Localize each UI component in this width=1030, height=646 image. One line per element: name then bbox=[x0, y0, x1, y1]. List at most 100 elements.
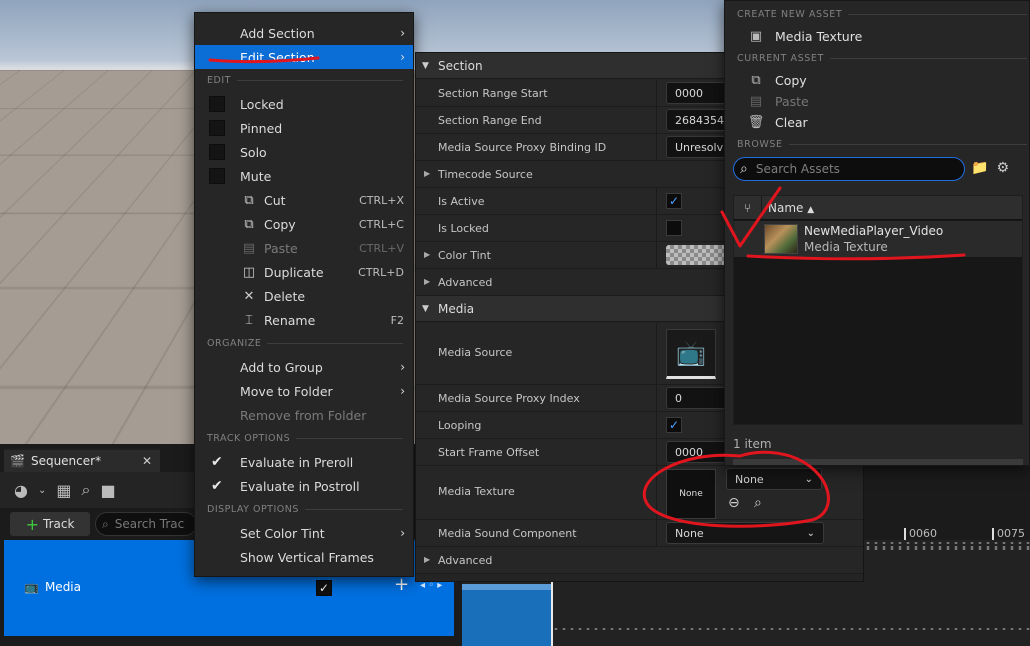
menu-item-delete[interactable]: ✕ Delete bbox=[195, 284, 413, 308]
close-icon[interactable]: ✕ bbox=[142, 454, 152, 468]
collapse-triangle-icon: ▼ bbox=[422, 304, 429, 314]
section-header-label: DISPLAY OPTIONS bbox=[207, 504, 299, 515]
expand-triangle-icon: ▶ bbox=[424, 555, 430, 564]
category-label: Section bbox=[438, 59, 483, 73]
menu-item-move-to-folder[interactable]: Move to Folder › bbox=[195, 379, 413, 403]
item-label: Media Texture bbox=[775, 29, 862, 44]
menu-item-label: Pinned bbox=[240, 121, 282, 136]
property-label: Start Frame Offset bbox=[438, 446, 539, 459]
asset-row[interactable]: NewMediaPlayer_Video Media Texture bbox=[734, 221, 1022, 257]
mute-checkbox[interactable] bbox=[209, 168, 225, 184]
menu-item-set-color-tint[interactable]: Set Color Tint › bbox=[195, 521, 413, 545]
menu-item-solo[interactable]: Solo bbox=[195, 140, 413, 164]
menu-item-duplicate[interactable]: ◫ Duplicate CTRL+D bbox=[195, 260, 413, 284]
asset-search-box[interactable]: ⌕ bbox=[733, 157, 965, 181]
world-icon[interactable]: ◕ bbox=[14, 481, 28, 500]
media-source-tv-icon[interactable]: 📺 bbox=[666, 329, 716, 379]
menu-item-remove-from-folder: Remove from Folder bbox=[195, 403, 413, 427]
locked-checkbox[interactable] bbox=[209, 96, 225, 112]
cut-icon: ⧉ bbox=[241, 193, 257, 208]
section-header-create-new: CREATE NEW ASSET bbox=[737, 7, 1027, 21]
duplicate-icon: ◫ bbox=[241, 265, 257, 280]
add-track-button[interactable]: + Track bbox=[10, 512, 90, 536]
item-label: Paste bbox=[775, 94, 809, 109]
track-search-placeholder: Search Trac bbox=[115, 517, 185, 531]
chevron-down-icon[interactable]: ⌄ bbox=[38, 485, 46, 496]
timeline-track-dots bbox=[552, 626, 1030, 632]
collapse-triangle-icon: ▼ bbox=[422, 61, 429, 71]
media-sound-dropdown[interactable]: None ⌄ bbox=[666, 522, 824, 544]
use-selected-arrow-icon[interactable]: ⊖ bbox=[728, 495, 740, 511]
menu-item-show-vertical-frames[interactable]: Show Vertical Frames bbox=[195, 545, 413, 569]
menu-item-label: Evaluate in Preroll bbox=[240, 455, 353, 470]
chevron-right-icon: › bbox=[400, 384, 405, 398]
section-header-label: ORGANIZE bbox=[207, 338, 261, 349]
pinned-checkbox[interactable] bbox=[209, 120, 225, 136]
find-icon[interactable]: ⌕ bbox=[81, 480, 90, 500]
menu-item-label: Solo bbox=[240, 145, 267, 160]
menu-item-rename[interactable]: ⌶ Rename F2 bbox=[195, 308, 413, 332]
tab-sequencer[interactable]: 🎬 Sequencer* ✕ bbox=[4, 448, 160, 472]
row-advanced-media[interactable]: ▶ Advanced bbox=[416, 547, 863, 574]
source-control-icon[interactable]: ⑂ bbox=[734, 196, 762, 220]
menu-item-cut[interactable]: ⧉ Cut CTRL+X bbox=[195, 188, 413, 212]
solo-checkbox[interactable] bbox=[209, 144, 225, 160]
asset-search-input[interactable] bbox=[756, 162, 946, 176]
copy-icon: ⧉ bbox=[241, 217, 257, 232]
copy-item[interactable]: ⧉ Copy bbox=[747, 70, 807, 90]
asset-list: ⑂ Name ▲ NewMediaPlayer_Video Media Text… bbox=[733, 195, 1023, 425]
menu-item-pinned[interactable]: Pinned bbox=[195, 116, 413, 140]
section-header-edit: EDIT bbox=[207, 73, 403, 87]
tv-icon: 📺 bbox=[24, 580, 39, 594]
horizontal-scrollbar[interactable] bbox=[733, 459, 1023, 465]
menu-item-add-to-group[interactable]: Add to Group › bbox=[195, 355, 413, 379]
chevron-right-icon: › bbox=[400, 26, 405, 40]
ruler-dots bbox=[864, 540, 1030, 550]
copy-icon: ⧉ bbox=[747, 73, 765, 88]
property-label: Is Active bbox=[438, 195, 485, 208]
checkmark-icon: ✔ bbox=[211, 454, 223, 470]
chevron-right-icon: › bbox=[400, 50, 405, 64]
looping-checkbox[interactable]: ✓ bbox=[666, 417, 682, 433]
menu-item-mute[interactable]: Mute bbox=[195, 164, 413, 188]
media-section-clip[interactable] bbox=[462, 584, 552, 646]
chevron-down-icon: ⌄ bbox=[807, 528, 815, 539]
gear-icon[interactable]: ⚙ bbox=[996, 160, 1009, 176]
expand-triangle-icon: ▶ bbox=[424, 277, 430, 286]
media-texture-dropdown[interactable]: None ⌄ bbox=[726, 468, 822, 490]
media-track[interactable]: 📺 Media bbox=[24, 580, 81, 594]
shortcut-label: CTRL+C bbox=[359, 218, 404, 231]
property-label: Media Source Proxy Index bbox=[438, 392, 580, 405]
menu-item-evaluate-in-preroll[interactable]: ✔ Evaluate in Preroll bbox=[195, 450, 413, 474]
axis-z-label: Z bbox=[35, 372, 42, 383]
section-header-display-options: DISPLAY OPTIONS bbox=[207, 502, 403, 516]
snapshot-icon[interactable]: ▦ bbox=[56, 481, 71, 500]
rename-icon: ⌶ bbox=[241, 313, 257, 328]
track-active-checkbox[interactable]: ✓ bbox=[316, 580, 332, 596]
camera-icon[interactable]: ■ bbox=[100, 481, 115, 500]
tab-title: Sequencer* bbox=[31, 454, 101, 468]
section-header-organize: ORGANIZE bbox=[207, 336, 403, 350]
browse-folder-icon[interactable]: ⌕ bbox=[754, 495, 762, 511]
menu-item-label: Cut bbox=[264, 193, 286, 208]
is-active-checkbox[interactable]: ✓ bbox=[666, 193, 682, 209]
sort-ascending-icon: ▲ bbox=[807, 205, 814, 215]
create-media-texture-item[interactable]: ▣ Media Texture bbox=[747, 26, 862, 46]
add-section-plus-icon[interactable]: + bbox=[394, 574, 409, 595]
menu-item-locked[interactable]: Locked bbox=[195, 92, 413, 116]
menu-item-add-section[interactable]: Add Section › bbox=[195, 21, 413, 45]
chevron-right-icon: › bbox=[400, 360, 405, 374]
track-context-menu: Add Section › Edit Section › EDIT Locked… bbox=[194, 12, 414, 577]
menu-item-label: Paste bbox=[264, 241, 298, 256]
expand-triangle-icon: ▶ bbox=[424, 169, 430, 178]
folder-icon[interactable]: 📁 bbox=[971, 160, 988, 176]
track-search-input[interactable]: ⌕ Search Trac bbox=[95, 512, 197, 536]
is-locked-checkbox[interactable] bbox=[666, 220, 682, 236]
menu-item-evaluate-in-postroll[interactable]: ✔ Evaluate in Postroll bbox=[195, 474, 413, 498]
menu-item-edit-section[interactable]: Edit Section › bbox=[195, 45, 413, 69]
column-name-header[interactable]: Name ▲ bbox=[762, 201, 814, 215]
asset-type: Media Texture bbox=[804, 240, 888, 254]
menu-item-copy[interactable]: ⧉ Copy CTRL+C bbox=[195, 212, 413, 236]
clear-item[interactable]: 🗑 Clear bbox=[747, 112, 808, 132]
media-texture-thumbnail[interactable]: None bbox=[666, 469, 716, 519]
